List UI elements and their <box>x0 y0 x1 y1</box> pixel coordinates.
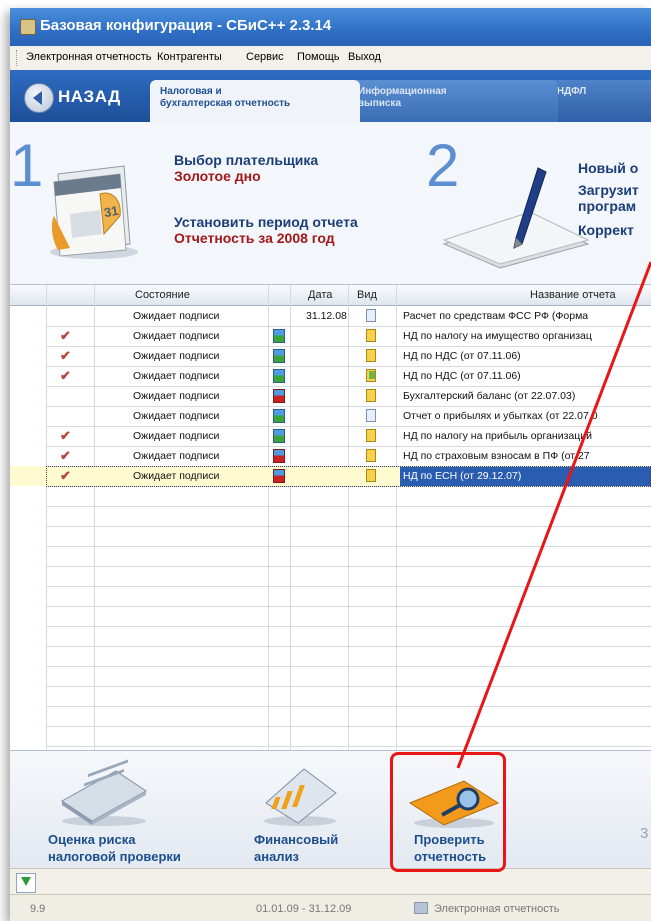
annotation-pointer-line <box>456 261 651 769</box>
annotation-overlay <box>456 261 651 769</box>
annotation-highlight-box <box>390 752 506 872</box>
